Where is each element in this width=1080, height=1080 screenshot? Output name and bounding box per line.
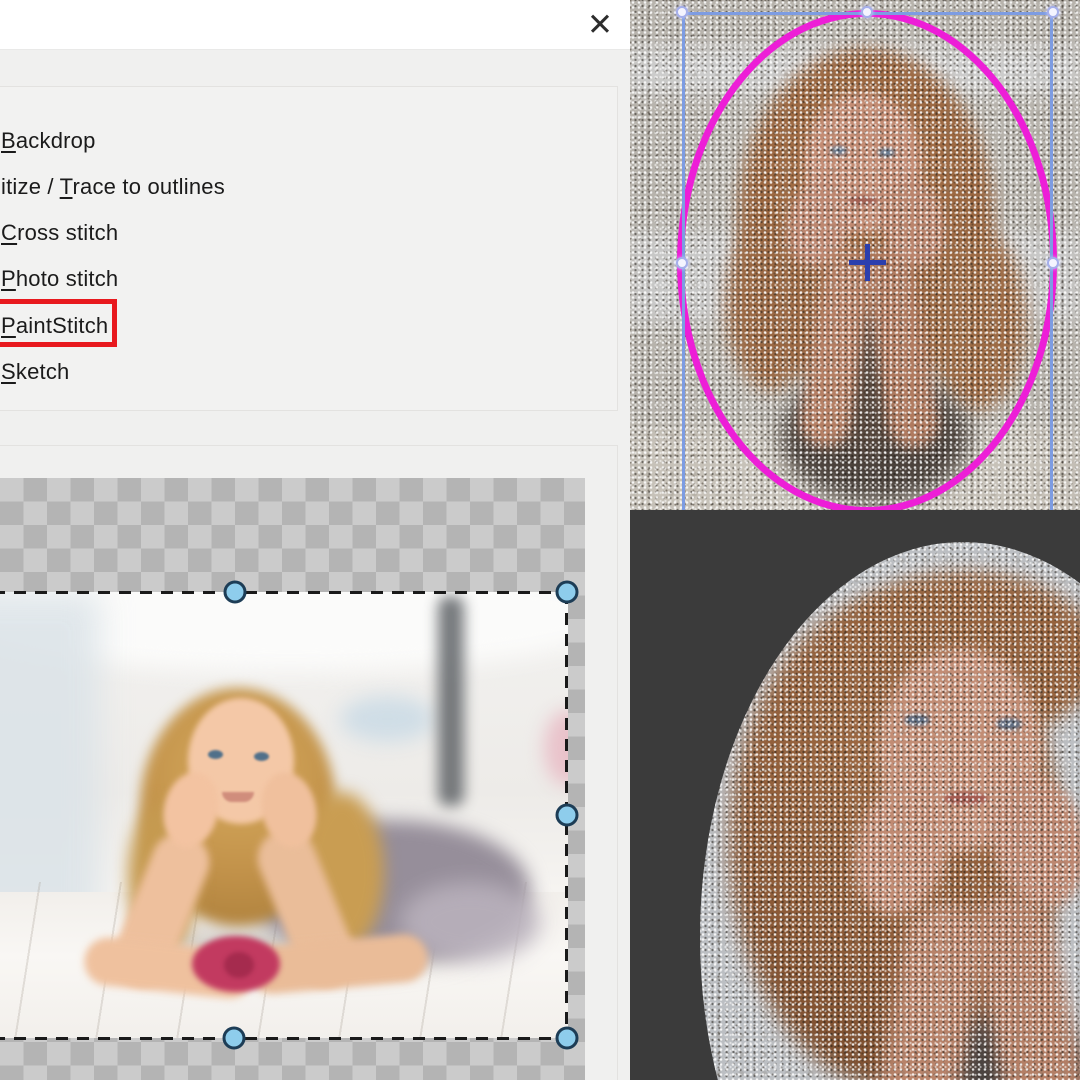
selection-handle-top-right[interactable] bbox=[1047, 6, 1059, 18]
menu-item-sketch[interactable]: Sketch bbox=[1, 358, 69, 386]
screenshot-root: ✕ Backdrop itize / Trace to outlines Cro… bbox=[0, 0, 1080, 1080]
resize-handle-top-right[interactable] bbox=[556, 581, 579, 604]
selection-handle-top-left[interactable] bbox=[676, 6, 688, 18]
selection-marquee-bottom[interactable] bbox=[0, 1037, 571, 1040]
menu-item-backdrop[interactable]: Backdrop bbox=[1, 127, 96, 155]
label-key: P bbox=[1, 266, 16, 291]
photo-artwork[interactable] bbox=[0, 592, 568, 1038]
stitch-texture-overlay bbox=[700, 542, 1080, 1080]
oval-stitch-area bbox=[700, 542, 1080, 1080]
preview-panel bbox=[0, 445, 618, 1080]
close-button[interactable]: ✕ bbox=[580, 4, 620, 46]
label-rest: ketch bbox=[16, 359, 70, 384]
resize-handle-right-middle[interactable] bbox=[556, 804, 579, 827]
label-rest: hoto stitch bbox=[16, 266, 118, 291]
stitch-type-dialog: ✕ Backdrop itize / Trace to outlines Cro… bbox=[0, 0, 630, 1080]
resize-handle-bottom-middle[interactable] bbox=[223, 1027, 246, 1050]
selection-handle-right-middle[interactable] bbox=[1047, 257, 1059, 269]
resize-handle-bottom-right[interactable] bbox=[556, 1027, 579, 1050]
label-rest: ackdrop bbox=[16, 128, 96, 153]
center-cross-icon bbox=[865, 244, 870, 281]
paintstitch-canvas-dark bbox=[630, 510, 1080, 1080]
mouth-shape bbox=[222, 792, 254, 802]
chair-leg-shape bbox=[438, 596, 464, 806]
label-key: B bbox=[1, 128, 16, 153]
selection-handle-top-middle[interactable] bbox=[861, 6, 873, 18]
eye-right-shape bbox=[254, 752, 269, 761]
label-key: S bbox=[1, 359, 16, 384]
selection-handle-left-middle[interactable] bbox=[676, 257, 688, 269]
menu-item-digitize-trace[interactable]: itize / Trace to outlines bbox=[1, 173, 225, 201]
paintstitch-canvas-selected bbox=[630, 0, 1080, 510]
label-key: T bbox=[60, 174, 73, 199]
label-prefix: itize / bbox=[1, 174, 60, 199]
label-rest: race to outlines bbox=[73, 174, 225, 199]
menu-item-photo-stitch[interactable]: Photo stitch bbox=[1, 265, 118, 293]
bow-knot-shape bbox=[224, 952, 254, 978]
dialog-titlebar: ✕ bbox=[0, 0, 630, 50]
menu-panel: Backdrop itize / Trace to outlines Cross… bbox=[0, 86, 618, 411]
selection-marquee-top[interactable] bbox=[0, 591, 571, 594]
menu-item-cross-stitch[interactable]: Cross stitch bbox=[1, 219, 118, 247]
eye-left-shape bbox=[208, 750, 223, 759]
label-key: C bbox=[1, 220, 17, 245]
resize-handle-top-middle[interactable] bbox=[224, 581, 247, 604]
paintstitch-highlight-box bbox=[0, 299, 117, 347]
shelf-shape bbox=[340, 696, 435, 742]
label-rest: ross stitch bbox=[17, 220, 118, 245]
